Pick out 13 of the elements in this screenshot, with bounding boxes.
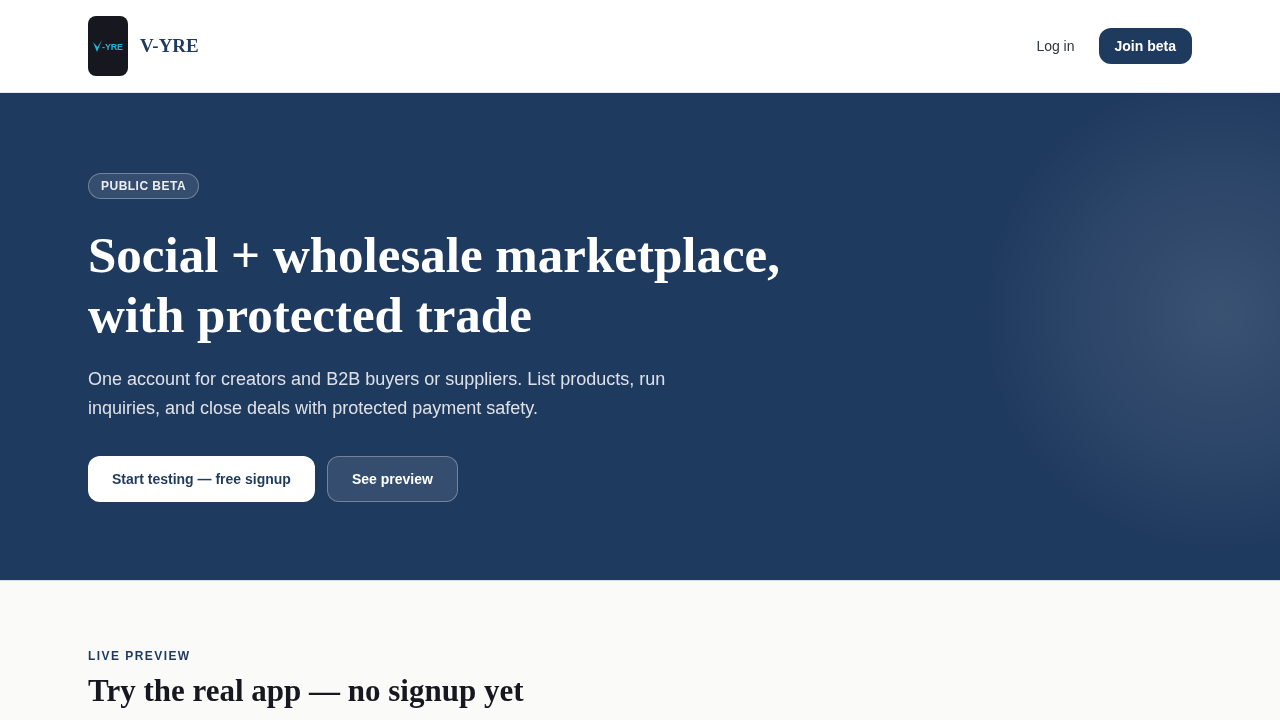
join-beta-button[interactable]: Join beta — [1098, 28, 1192, 64]
check-swoosh-icon — [93, 40, 103, 52]
public-beta-badge: PUBLIC BETA — [88, 173, 200, 199]
section-title: Try the real app — no signup yet — [88, 672, 524, 710]
brand-name: V-YRE — [140, 33, 199, 58]
section-eyebrow: LIVE PREVIEW — [88, 648, 191, 665]
hero-title: Social + wholesale marketplace, with protected trade — [88, 226, 781, 345]
logo-tile[interactable]: -YRE — [88, 16, 128, 76]
logo-mark-text: -YRE — [102, 43, 123, 52]
login-link[interactable]: Log in — [1028, 27, 1083, 65]
see-preview-button[interactable]: See preview — [326, 456, 458, 502]
start-testing-button[interactable]: Start testing — free signup — [88, 456, 315, 502]
hero-subtitle: One account for creators and B2B buyers or suppliers. List products, run inquiries, and close deals with protected payment safety. — [88, 368, 667, 420]
